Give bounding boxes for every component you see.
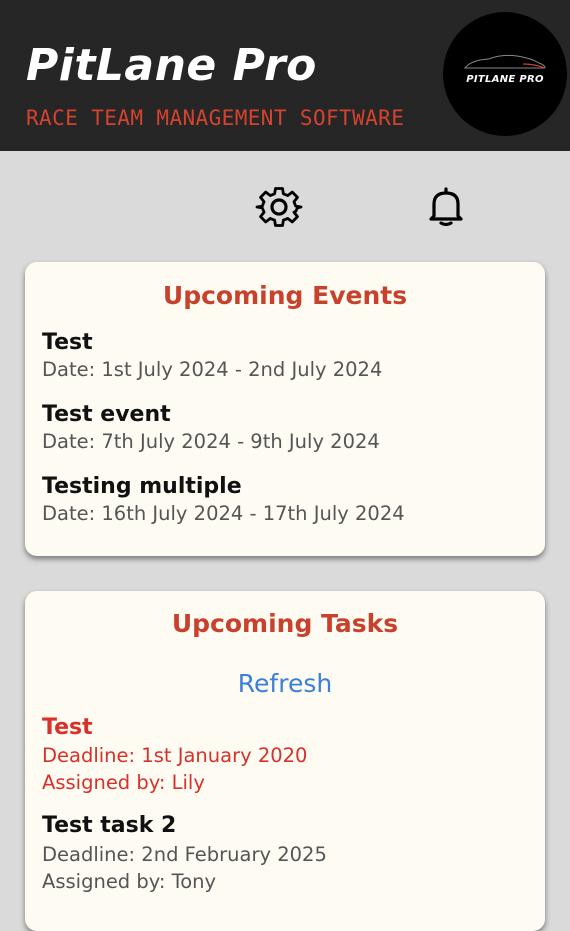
brand-logo: PITLANE PRO: [443, 12, 567, 136]
bell-icon[interactable]: [424, 184, 468, 228]
app-header: PitLane Pro RACE TEAM MANAGEMENT SOFTWAR…: [0, 0, 570, 151]
gear-icon[interactable]: [254, 182, 304, 232]
event-date: Date: 1st July 2024 - 2nd July 2024: [42, 358, 383, 381]
event-date: Date: 7th July 2024 - 9th July 2024: [42, 430, 380, 453]
upcoming-tasks-card: Upcoming Tasks Refresh Test Deadline: 1s…: [25, 591, 545, 931]
event-name[interactable]: Testing multiple: [42, 476, 242, 498]
app-subtitle: RACE TEAM MANAGEMENT SOFTWARE: [26, 106, 405, 130]
logo-text: PITLANE PRO: [466, 73, 544, 85]
task-name[interactable]: Test: [42, 717, 93, 739]
car-silhouette-icon: [463, 54, 546, 69]
event-date: Date: 16th July 2024 - 17th July 2024: [42, 502, 405, 525]
task-deadline: Deadline: 1st January 2020: [42, 744, 308, 767]
event-name[interactable]: Test event: [42, 404, 171, 426]
events-title: Upcoming Events: [162, 281, 408, 310]
event-name[interactable]: Test: [42, 332, 93, 354]
task-assigned-by: Assigned by: Tony: [42, 870, 217, 893]
upcoming-events-card: Upcoming Events Test Date: 1st July 2024…: [25, 262, 545, 556]
task-name[interactable]: Test task 2: [42, 815, 176, 837]
task-assigned-by: Assigned by: Lily: [42, 771, 205, 794]
app-title: PitLane Pro: [26, 40, 317, 91]
tasks-title: Upcoming Tasks: [171, 609, 399, 638]
refresh-button[interactable]: Refresh: [25, 671, 545, 696]
task-deadline: Deadline: 2nd February 2025: [42, 843, 327, 866]
